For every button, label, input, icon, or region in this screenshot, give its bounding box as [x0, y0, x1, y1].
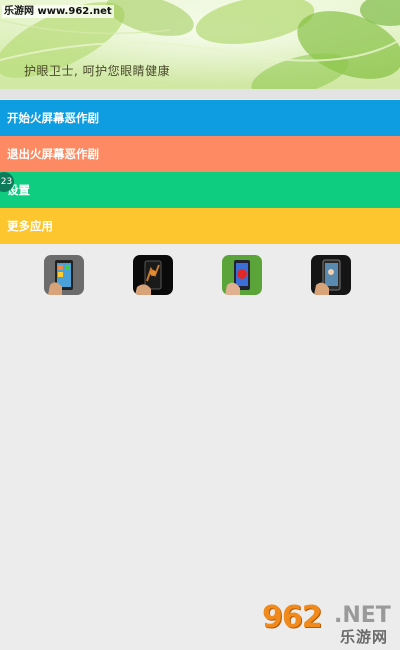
- phone-app-icon[interactable]: [44, 255, 84, 295]
- watermark-cn: 乐游网: [340, 628, 389, 646]
- phone-app-icon[interactable]: [222, 255, 262, 295]
- exit-prank-button[interactable]: 退出火屏幕恶作剧: [0, 136, 400, 172]
- app-screen: 乐游网 www.962.net 护眼卫士, 呵护您眼睛健康 开始火屏幕恶作剧 退…: [0, 0, 400, 650]
- brand-watermark: 962 .NET 乐游网: [262, 600, 396, 646]
- settings-button[interactable]: 设置: [0, 172, 400, 208]
- watermark-number: 962: [262, 600, 323, 635]
- more-apps-row: [0, 255, 400, 297]
- phone-app-icon[interactable]: [311, 255, 351, 295]
- divider: [0, 89, 400, 99]
- more-apps-button[interactable]: 更多应用: [0, 208, 400, 244]
- watermark-domain: .NET: [334, 603, 391, 628]
- start-prank-button[interactable]: 开始火屏幕恶作剧: [0, 100, 400, 136]
- site-watermark: 乐游网 www.962.net: [2, 5, 114, 18]
- phone-app-icon[interactable]: [133, 255, 173, 295]
- header-banner: 乐游网 www.962.net 护眼卫士, 呵护您眼睛健康: [0, 0, 400, 89]
- banner-caption: 护眼卫士, 呵护您眼睛健康: [24, 64, 171, 78]
